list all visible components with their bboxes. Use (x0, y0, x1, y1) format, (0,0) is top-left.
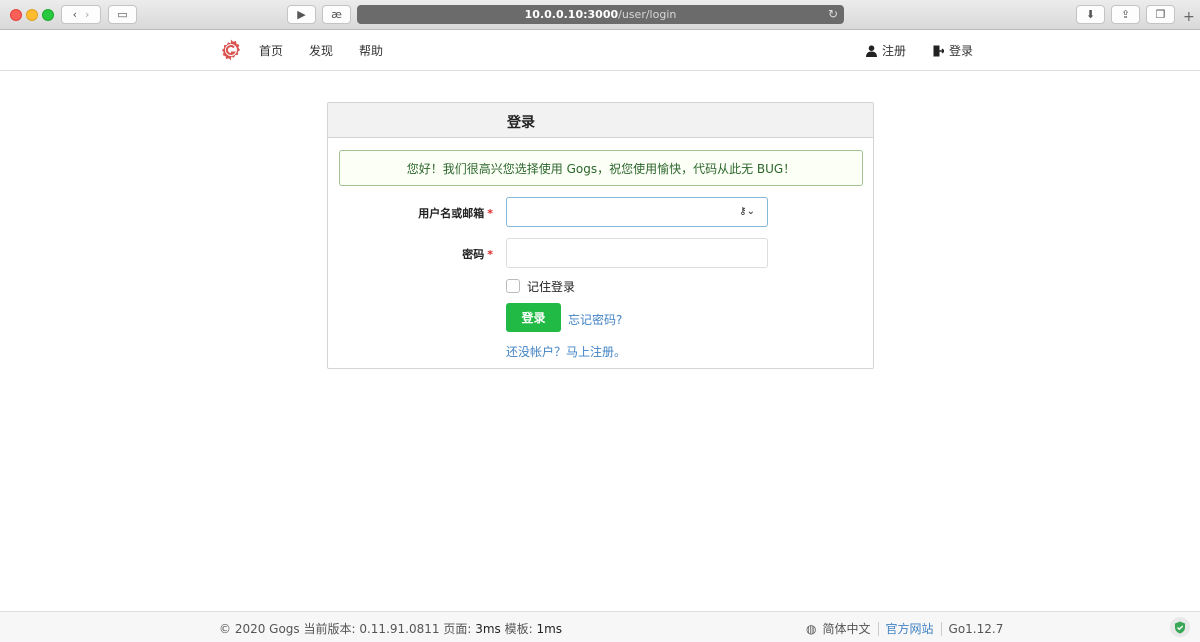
sidebar-icon: ▭ (117, 8, 128, 21)
tabs-icon: ❐ (1155, 8, 1166, 21)
media-button[interactable]: ▶ (287, 5, 316, 24)
shield-icon[interactable] (1170, 617, 1190, 637)
reload-icon[interactable]: ↻ (828, 7, 838, 21)
nav-login[interactable]: 登录 (933, 42, 973, 59)
login-card-header (328, 103, 873, 138)
go-version: Go1.12.7 (948, 621, 1004, 636)
play-icon: ▶ (297, 8, 306, 21)
reader-button[interactable]: æ (322, 5, 351, 24)
key-autofill-icon[interactable]: ⚷⌄ (739, 206, 755, 217)
url-path: /user/login (618, 8, 677, 21)
back-forward-buttons[interactable]: ‹ › (61, 5, 101, 24)
new-tab-icon[interactable]: + (1183, 9, 1195, 25)
required-mark: * (487, 207, 493, 220)
nav-register[interactable]: 注册 (866, 42, 906, 59)
tabs-button[interactable]: ❐ (1146, 5, 1175, 24)
nav-explore[interactable]: 发现 (309, 42, 333, 59)
signup-link[interactable]: 还没帐户？马上注册。 (506, 343, 626, 360)
welcome-message: 您好！我们很高兴您选择使用 Gogs，祝您使用愉快，代码从此无 BUG！ (339, 150, 863, 186)
login-card: 登录 您好！我们很高兴您选择使用 Gogs，祝您使用愉快，代码从此无 BUG！ … (327, 102, 874, 369)
sign-in-icon (933, 45, 944, 56)
password-label-text: 密码 (462, 248, 485, 261)
forgot-password-link[interactable]: 忘记密码? (568, 311, 622, 328)
download-icon: ⬇ (1085, 8, 1096, 21)
reader-icon: æ (331, 8, 342, 21)
nav-register-label: 注册 (882, 44, 907, 58)
remember-label[interactable]: 记住登录 (527, 278, 575, 295)
password-label: 密码 * (462, 246, 493, 262)
zoom-window-button[interactable] (42, 9, 54, 21)
minimize-window-button[interactable] (26, 9, 38, 21)
footer-links: ◍ 简体中文 官方网站 Go1.12.7 (806, 620, 1003, 637)
nav-help[interactable]: 帮助 (359, 42, 383, 59)
user-icon (866, 44, 877, 57)
site-nav: 首页 发现 帮助 注册 登录 (0, 30, 1200, 71)
footer-page-time: 3ms (475, 622, 501, 636)
language-selector[interactable]: 简体中文 (822, 620, 870, 637)
remember-checkbox[interactable] (506, 279, 520, 293)
login-button[interactable]: 登录 (506, 303, 561, 332)
footer-template-time: 1ms (536, 622, 563, 636)
username-label: 用户名或邮箱 * (418, 205, 493, 221)
nav-home[interactable]: 首页 (259, 42, 283, 59)
username-label-text: 用户名或邮箱 (418, 207, 485, 220)
sidebar-toggle-button[interactable]: ▭ (108, 5, 137, 24)
gogs-logo-icon[interactable] (219, 38, 243, 62)
browser-chrome: ‹ › ▭ ▶ æ 10.0.0.10:3000/user/login ↻ ⬇ … (0, 0, 1200, 30)
share-icon: ⇪ (1120, 8, 1131, 21)
address-bar[interactable]: 10.0.0.10:3000/user/login ↻ (357, 5, 844, 24)
official-website-link[interactable]: 官方网站 (886, 620, 934, 637)
login-title: 登录 (507, 115, 535, 131)
chevron-left-icon[interactable]: ‹ (73, 8, 77, 21)
footer-info: © 2020 Gogs 当前版本: 0.11.91.0811 页面: 3ms 模… (219, 620, 562, 637)
downloads-button[interactable]: ⬇ (1076, 5, 1105, 24)
footer-version: © 2020 Gogs 当前版本: 0.11.91.0811 页面: (219, 622, 476, 636)
footer-divider (877, 621, 879, 636)
password-input[interactable] (506, 238, 768, 268)
security-shield-icon (1175, 621, 1185, 633)
url-host: 10.0.0.10:3000 (524, 8, 619, 21)
footer-divider (940, 621, 942, 636)
globe-icon: ◍ (806, 621, 817, 636)
close-window-button[interactable] (10, 9, 22, 21)
nav-login-label: 登录 (949, 44, 974, 58)
site-footer: © 2020 Gogs 当前版本: 0.11.91.0811 页面: 3ms 模… (0, 611, 1200, 642)
username-input[interactable]: ⚷⌄ (506, 197, 768, 227)
share-button[interactable]: ⇪ (1111, 5, 1140, 24)
chevron-right-icon[interactable]: › (85, 8, 89, 21)
footer-template-label: 模板: (500, 622, 537, 636)
required-mark: * (487, 248, 493, 261)
